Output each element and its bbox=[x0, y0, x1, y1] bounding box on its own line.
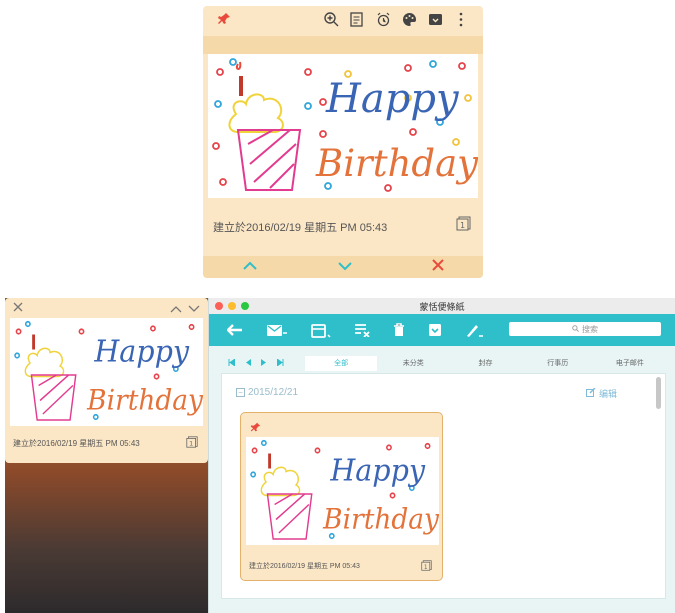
pin-icon[interactable] bbox=[217, 12, 231, 31]
next-page-icon[interactable] bbox=[261, 359, 267, 368]
page-count-icon: 1 bbox=[421, 558, 432, 576]
window-titlebar: 蒙恬便條紙 bbox=[209, 298, 675, 314]
collapse-icon[interactable]: − bbox=[236, 388, 245, 397]
happy-text: Happy bbox=[325, 76, 460, 122]
svg-text:1: 1 bbox=[424, 565, 428, 571]
tab-uncategorized[interactable]: 未分类 bbox=[377, 356, 449, 371]
search-placeholder: 搜索 bbox=[582, 324, 598, 334]
window-title: 蒙恬便條紙 bbox=[419, 301, 465, 312]
sticky-note-large: Happy Birthday! 建立於2016/02/19 星期五 PM 05:… bbox=[203, 6, 493, 278]
date-group-label: 2015/12/21 bbox=[248, 387, 299, 398]
birthday-drawing: Happy Birthday! bbox=[10, 318, 214, 426]
clear-format-icon[interactable] bbox=[354, 323, 370, 337]
search-input[interactable]: 搜索 bbox=[509, 322, 661, 336]
chevron-down-icon[interactable] bbox=[337, 258, 353, 276]
mail-icon[interactable] bbox=[266, 324, 288, 337]
page-count-icon: 1 bbox=[456, 216, 471, 236]
app-window: 蒙恬便條紙 搜索 全部 未分类 封存 行事历 电子邮件 − 2015/12/21… bbox=[208, 298, 675, 613]
svg-text:Happy: Happy bbox=[93, 334, 189, 369]
archive-icon[interactable] bbox=[427, 11, 443, 27]
close-icon[interactable] bbox=[431, 258, 444, 276]
svg-text:1: 1 bbox=[189, 440, 193, 448]
date-group-header: − 2015/12/21 bbox=[236, 387, 298, 398]
back-arrow-icon[interactable] bbox=[227, 324, 243, 336]
page-count-icon: 1 bbox=[186, 435, 198, 453]
note-footer bbox=[203, 256, 483, 278]
first-page-icon[interactable] bbox=[228, 358, 236, 368]
scrollbar[interactable] bbox=[656, 377, 661, 409]
pen-icon[interactable] bbox=[465, 323, 485, 338]
tab-all[interactable]: 全部 bbox=[305, 356, 378, 371]
close-icon[interactable] bbox=[13, 301, 23, 315]
calendar-icon[interactable] bbox=[311, 323, 331, 338]
svg-text:Birthday!: Birthday! bbox=[322, 504, 439, 536]
svg-text:Birthday!: Birthday! bbox=[86, 385, 203, 417]
chevron-down-icon[interactable] bbox=[188, 302, 200, 316]
note-card[interactable]: Happy Birthday! 建立於2016/02/19 星期五 PM 05:… bbox=[240, 412, 450, 581]
chevron-up-icon[interactable] bbox=[170, 302, 182, 316]
prev-page-icon[interactable] bbox=[245, 359, 251, 368]
note-header-band bbox=[203, 36, 483, 54]
edit-button[interactable]: 编辑 bbox=[585, 387, 617, 400]
tab-email[interactable]: 电子邮件 bbox=[594, 356, 666, 371]
archive-icon[interactable] bbox=[428, 323, 442, 337]
note-header bbox=[203, 6, 483, 36]
edit-label: 编辑 bbox=[598, 389, 617, 399]
edit-icon bbox=[585, 387, 596, 399]
birthday-drawing: Happy Birthday! bbox=[208, 54, 493, 198]
svg-text:1: 1 bbox=[460, 221, 465, 230]
main-toolbar: 搜索 bbox=[209, 314, 675, 346]
tab-bar: 全部 未分类 封存 行事历 电子邮件 bbox=[221, 356, 666, 371]
birthday-text: Birthday! bbox=[315, 142, 478, 185]
more-vertical-icon[interactable] bbox=[453, 11, 469, 27]
notes-list: − 2015/12/21 编辑 Happy Birthday! 建立於2016/… bbox=[221, 373, 666, 599]
birthday-drawing: Happy Birthday! bbox=[246, 437, 450, 545]
last-page-icon[interactable] bbox=[276, 358, 284, 368]
note-header bbox=[5, 298, 208, 318]
trash-icon[interactable] bbox=[393, 323, 405, 337]
note-list-icon[interactable] bbox=[349, 11, 365, 27]
tab-calendar[interactable]: 行事历 bbox=[522, 356, 594, 371]
alarm-clock-icon[interactable] bbox=[375, 11, 391, 27]
note-timestamp: 建立於2016/02/19 星期五 PM 05:43 bbox=[13, 439, 140, 448]
palette-icon[interactable] bbox=[401, 11, 417, 27]
note-timestamp: 建立於2016/02/19 星期五 PM 05:43 bbox=[213, 222, 388, 234]
search-icon bbox=[572, 324, 579, 334]
tab-archived[interactable]: 封存 bbox=[449, 356, 521, 371]
chevron-up-icon[interactable] bbox=[242, 258, 258, 276]
pin-icon[interactable] bbox=[250, 420, 261, 438]
svg-text:Happy: Happy bbox=[329, 453, 425, 488]
note-timestamp: 建立於2016/02/19 星期五 PM 05:43 bbox=[249, 563, 360, 570]
sticky-note-small: Happy Birthday! 建立於2016/02/19 星期五 PM 05:… bbox=[5, 298, 214, 463]
zoom-in-icon[interactable] bbox=[323, 11, 339, 27]
